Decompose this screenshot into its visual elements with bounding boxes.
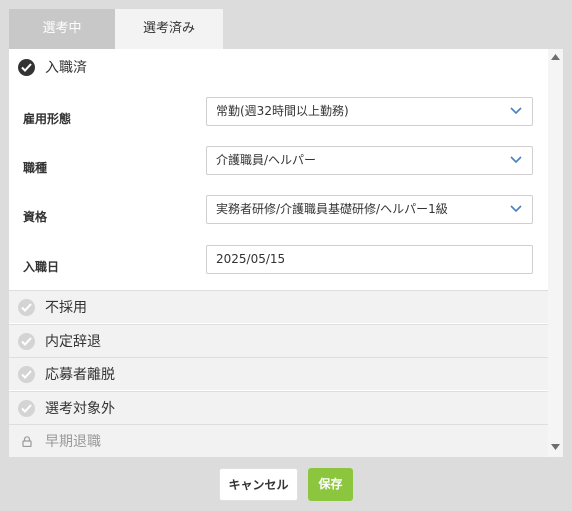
- status-item-out-of-scope[interactable]: 選考対象外: [9, 391, 548, 424]
- scrollbar[interactable]: [548, 49, 563, 457]
- employment-type-label: 雇用形態: [23, 112, 72, 126]
- employment-type-row: 雇用形態 常勤(週32時間以上勤務): [9, 97, 548, 127]
- check-circle-icon: [18, 298, 35, 316]
- scroll-up-arrow-icon[interactable]: [551, 54, 560, 61]
- start-date-label: 入職日: [23, 260, 60, 274]
- check-circle-icon: [18, 399, 35, 417]
- start-date-input[interactable]: 2025/05/15: [206, 245, 533, 274]
- chevron-down-icon: [510, 205, 522, 213]
- start-date-value: 2025/05/15: [216, 252, 286, 266]
- check-circle-icon: [18, 365, 35, 383]
- status-label-rejected: 不採用: [45, 300, 87, 316]
- status-label-out-of-scope: 選考対象外: [45, 401, 115, 417]
- check-circle-icon: [18, 58, 35, 76]
- job-type-row: 職種 介護職員/ヘルパー: [9, 146, 548, 176]
- job-type-label: 職種: [23, 161, 48, 175]
- qualification-label: 資格: [23, 210, 48, 224]
- tab-in-selection[interactable]: 選考中: [9, 9, 115, 49]
- status-label-applicant-withdrew: 応募者離脱: [45, 367, 115, 383]
- chevron-down-icon: [510, 107, 522, 115]
- status-item-early-resignation: 早期退職: [9, 424, 548, 457]
- check-circle-icon: [18, 332, 35, 350]
- scroll-down-arrow-icon[interactable]: [551, 444, 560, 451]
- status-item-hired[interactable]: 入職済: [9, 49, 548, 85]
- chevron-down-icon: [510, 156, 522, 164]
- job-type-value: 介護職員/ヘルパー: [216, 153, 317, 167]
- status-panel: 入職済 雇用形態 常勤(週32時間以上勤務) 職種 介護職員/ヘルパー 資格 実…: [9, 49, 563, 457]
- employment-type-select[interactable]: 常勤(週32時間以上勤務): [206, 97, 533, 126]
- qualification-row: 資格 実務者研修/介護職員基礎研修/ヘルパー1級: [9, 195, 548, 225]
- lock-icon: [18, 433, 35, 450]
- qualification-select[interactable]: 実務者研修/介護職員基礎研修/ヘルパー1級: [206, 195, 533, 224]
- tab-selection-done[interactable]: 選考済み: [115, 9, 223, 49]
- status-tabs: 選考中 選考済み: [9, 9, 223, 49]
- cancel-button[interactable]: キャンセル: [219, 468, 298, 501]
- status-label-early-resignation: 早期退職: [45, 434, 101, 450]
- employment-type-value: 常勤(週32時間以上勤務): [216, 104, 349, 118]
- status-list: 入職済 雇用形態 常勤(週32時間以上勤務) 職種 介護職員/ヘルパー 資格 実…: [9, 49, 548, 457]
- status-item-offer-declined[interactable]: 内定辞退: [9, 324, 548, 357]
- save-button[interactable]: 保存: [308, 468, 353, 501]
- start-date-row: 入職日 2025/05/15: [9, 245, 548, 275]
- status-label-offer-declined: 内定辞退: [45, 334, 101, 350]
- qualification-value: 実務者研修/介護職員基礎研修/ヘルパー1級: [216, 202, 448, 216]
- status-item-rejected[interactable]: 不採用: [9, 290, 548, 323]
- status-item-applicant-withdrew[interactable]: 応募者離脱: [9, 357, 548, 390]
- job-type-select[interactable]: 介護職員/ヘルパー: [206, 146, 533, 175]
- status-label-hired: 入職済: [45, 60, 87, 76]
